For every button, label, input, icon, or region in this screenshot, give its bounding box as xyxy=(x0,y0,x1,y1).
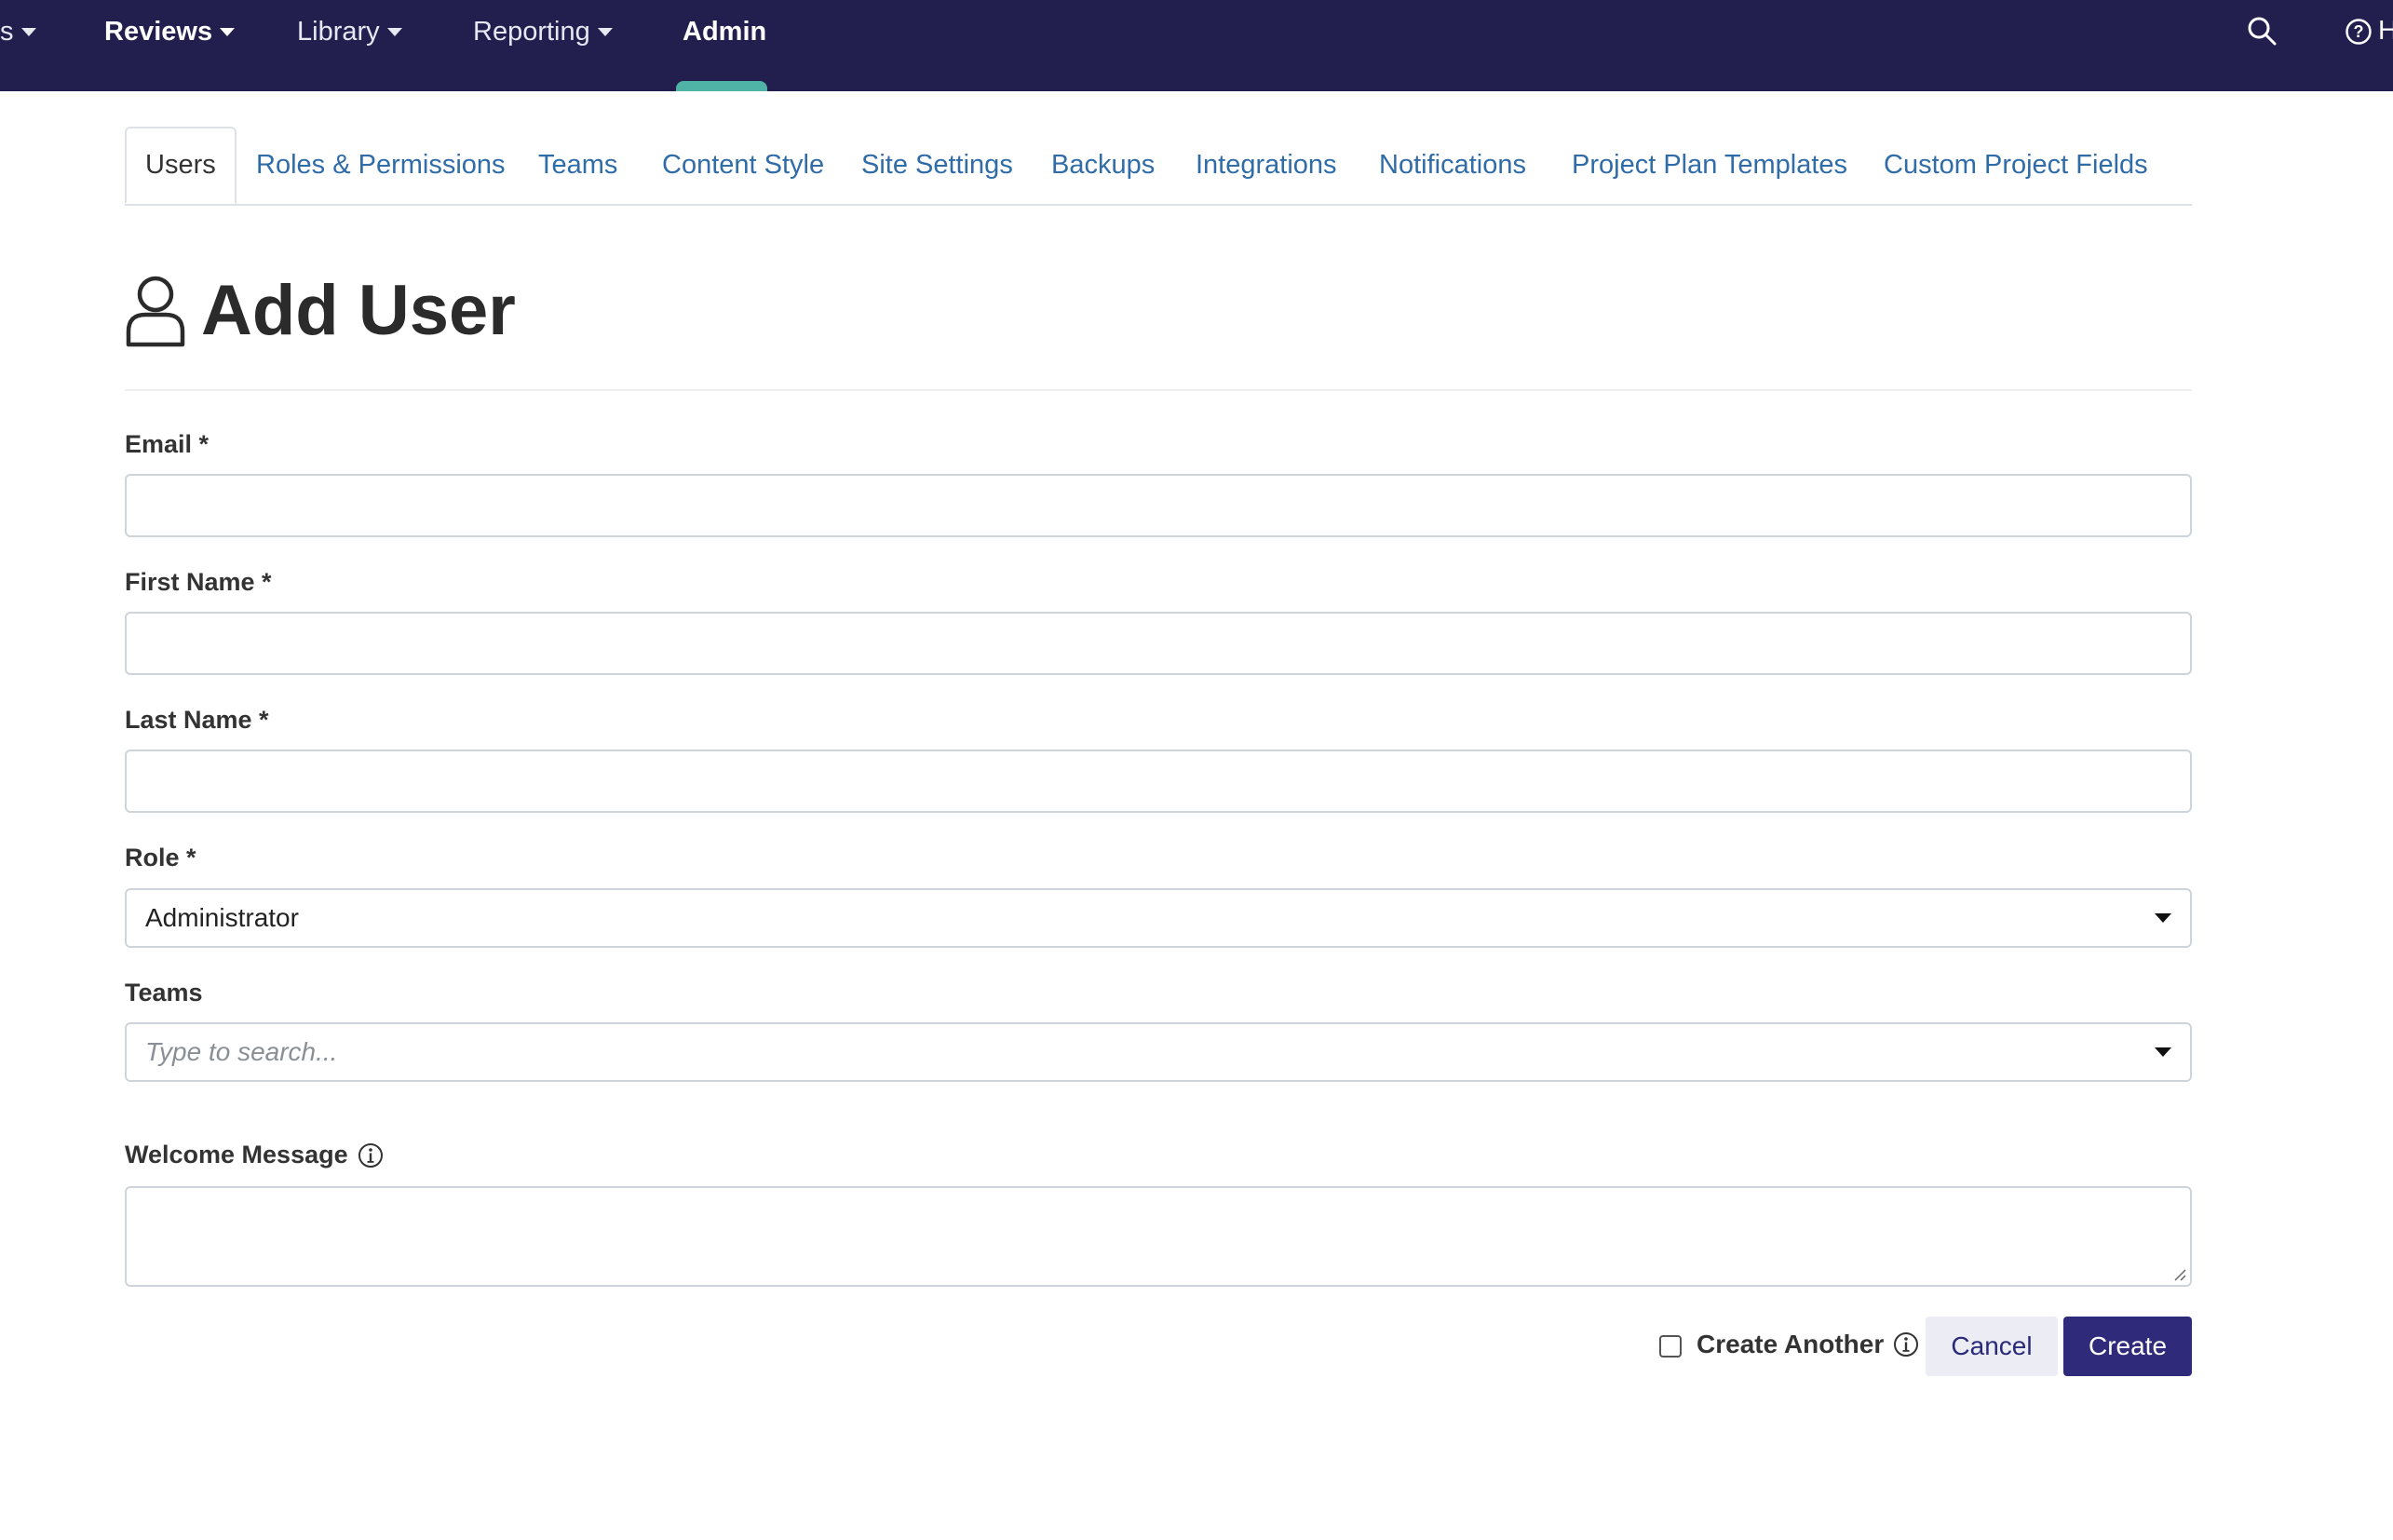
nav-item-label: Library xyxy=(297,16,380,47)
tab-custom-project-fields[interactable]: Custom Project Fields xyxy=(1884,127,2148,204)
info-icon[interactable] xyxy=(1893,1331,1919,1358)
nav-item-partial[interactable]: s xyxy=(0,0,36,63)
top-navbar: s Reviews Library Reporting Admin ? H xyxy=(0,0,2393,91)
header-divider xyxy=(125,389,2192,391)
tab-users[interactable]: Users xyxy=(125,127,237,204)
user-icon xyxy=(126,276,185,346)
last-name-label: Last Name * xyxy=(125,706,269,734)
email-label: Email * xyxy=(125,430,210,458)
email-field[interactable] xyxy=(125,474,2192,537)
create-another-row: Create Another xyxy=(1697,1330,1919,1359)
create-button[interactable]: Create xyxy=(2063,1317,2192,1376)
tab-integrations[interactable]: Integrations xyxy=(1196,127,1337,204)
tab-backups[interactable]: Backups xyxy=(1051,127,1155,204)
cancel-button[interactable]: Cancel xyxy=(1926,1317,2058,1376)
role-selected-value: Administrator xyxy=(145,903,299,932)
tab-project-plan-templates[interactable]: Project Plan Templates xyxy=(1572,127,1847,204)
nav-item-reviews[interactable]: Reviews xyxy=(104,0,236,63)
page-title: Add User xyxy=(201,271,516,350)
tab-content-style[interactable]: Content Style xyxy=(662,127,824,204)
info-icon[interactable] xyxy=(358,1142,384,1169)
help-menu[interactable]: ? H xyxy=(2345,16,2393,47)
chevron-down-icon xyxy=(386,27,402,36)
nav-item-admin[interactable]: Admin xyxy=(683,0,766,63)
teams-label: Teams xyxy=(125,979,203,1006)
create-another-label: Create Another xyxy=(1697,1330,1885,1358)
welcome-message-label-row: Welcome Message xyxy=(125,1141,384,1169)
nav-item-library[interactable]: Library xyxy=(297,0,402,63)
role-select[interactable]: Administrator xyxy=(125,888,2192,948)
chevron-down-icon xyxy=(597,27,613,36)
welcome-message-textarea[interactable] xyxy=(125,1186,2192,1287)
search-icon[interactable] xyxy=(2246,15,2278,47)
teams-search-select[interactable]: Type to search... xyxy=(125,1022,2192,1082)
last-name-field[interactable] xyxy=(125,750,2192,813)
nav-item-label: Reviews xyxy=(104,16,213,47)
first-name-label: First Name * xyxy=(125,568,272,596)
tab-site-settings[interactable]: Site Settings xyxy=(861,127,1013,204)
chevron-down-icon xyxy=(2155,1047,2171,1057)
admin-tabs: Users Roles & Permissions Teams Content … xyxy=(125,127,2192,206)
nav-item-label: Reporting xyxy=(473,16,590,47)
resize-handle-icon[interactable] xyxy=(2171,1266,2186,1281)
nav-item-label: Admin xyxy=(683,16,767,47)
welcome-message-label: Welcome Message xyxy=(125,1141,348,1169)
teams-placeholder: Type to search... xyxy=(145,1037,338,1066)
page-header: Add User xyxy=(125,270,516,351)
role-label: Role * xyxy=(125,844,196,871)
first-name-field[interactable] xyxy=(125,612,2192,675)
active-nav-indicator xyxy=(676,81,767,91)
create-another-checkbox[interactable] xyxy=(1659,1335,1682,1358)
nav-item-reporting[interactable]: Reporting xyxy=(473,0,613,63)
tab-roles-permissions[interactable]: Roles & Permissions xyxy=(256,127,506,204)
chevron-down-icon xyxy=(20,27,36,36)
chevron-down-icon xyxy=(220,27,236,36)
tab-notifications[interactable]: Notifications xyxy=(1379,127,1526,204)
nav-item-partial-label: s xyxy=(0,16,14,47)
tab-teams[interactable]: Teams xyxy=(538,127,617,204)
help-label: H xyxy=(2378,16,2393,46)
chevron-down-icon xyxy=(2155,913,2171,923)
help-icon: ? xyxy=(2346,18,2372,45)
svg-text:?: ? xyxy=(2354,22,2364,41)
